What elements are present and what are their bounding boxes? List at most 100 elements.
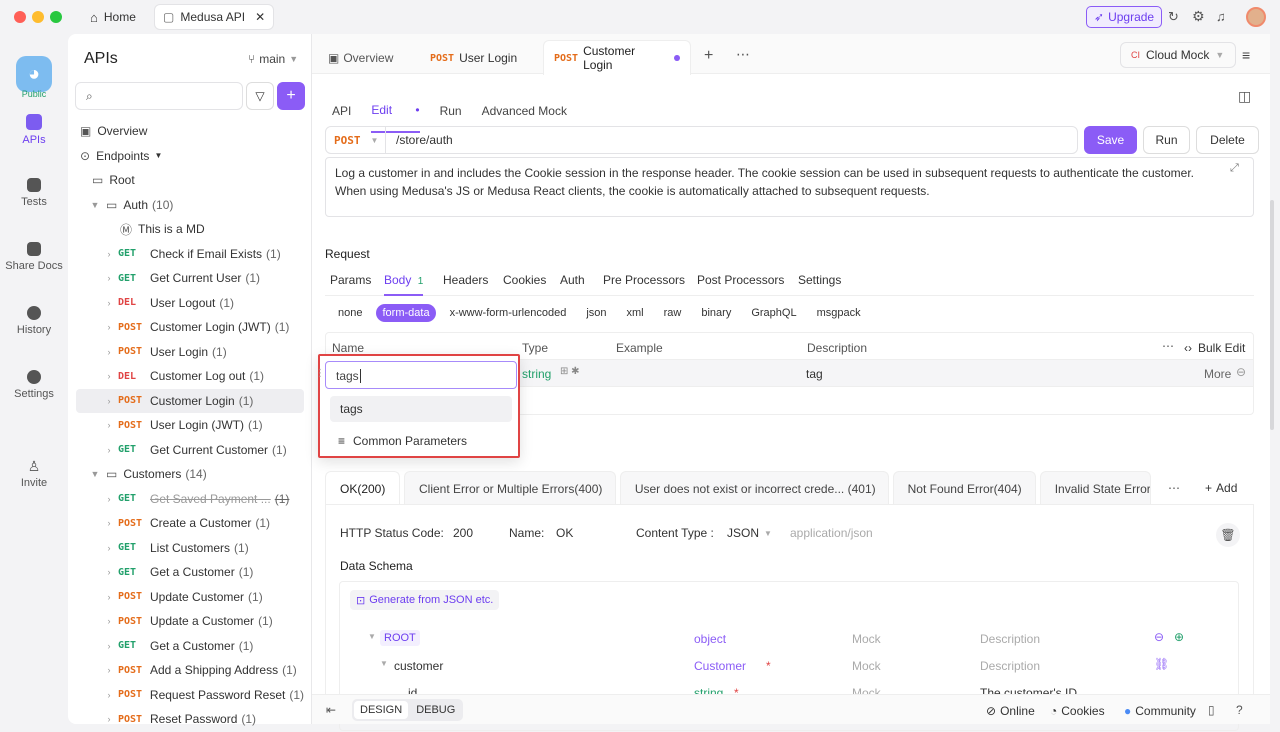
trash-icon[interactable]: 🗑 — [1216, 523, 1240, 547]
customers-endpoint[interactable]: › POST Update Customer (1) — [76, 585, 304, 610]
menu-icon[interactable]: ≡ — [1242, 47, 1250, 63]
add-field-icon[interactable]: ⊕ — [1174, 630, 1184, 644]
tab-api[interactable]: API — [332, 104, 351, 118]
content-type-selector[interactable]: JSON ▼ — [727, 526, 772, 540]
body-type-xml[interactable]: xml — [621, 304, 650, 322]
customers-endpoint[interactable]: › POST Request Password Reset (1) — [76, 683, 304, 708]
nav-share-docs[interactable]: Share Docs — [0, 242, 68, 272]
search-input[interactable]: ⌕ — [75, 82, 243, 110]
tab-advanced-mock[interactable]: Advanced Mock — [482, 104, 567, 118]
tab-overview[interactable]: ▣ Overview — [328, 51, 393, 65]
gear-icon[interactable]: ⚙ — [1192, 8, 1205, 25]
tree-root[interactable]: ▭ Root — [76, 168, 304, 193]
more-tabs-icon[interactable]: ⋯ — [736, 46, 750, 63]
schema-row-root[interactable]: ▼ ROOT object Mock Description ⊖ ⊕ — [340, 629, 1238, 651]
tab-run[interactable]: Run — [440, 104, 462, 118]
body-type-raw[interactable]: raw — [658, 304, 688, 322]
response-name-value[interactable]: OK — [556, 526, 573, 540]
upgrade-button[interactable]: ➶ Upgrade — [1086, 6, 1163, 28]
tree-folder-auth[interactable]: ▼ ▭ Auth (10) — [76, 193, 304, 218]
common-parameters-item[interactable]: ≡ Common Parameters — [338, 434, 467, 448]
auth-endpoint[interactable]: › GET Get Current User (1) — [76, 266, 304, 291]
branch-selector[interactable]: ⑂ main ▼ — [248, 52, 298, 66]
remove-icon[interactable]: ⊖ — [1236, 365, 1246, 379]
param-description[interactable]: tag — [806, 367, 823, 381]
tab-cookies[interactable]: Cookies — [503, 273, 546, 287]
bell-icon[interactable]: ♫ — [1216, 9, 1226, 24]
customers-endpoint[interactable]: › GET Get Saved Payment ... (1) — [76, 487, 304, 512]
response-tab-200[interactable]: OK(200) — [325, 471, 400, 505]
body-type-graphql[interactable]: GraphQL — [745, 304, 802, 322]
method-selector[interactable]: POST ▼ — [326, 127, 386, 153]
nav-settings[interactable]: Settings — [0, 370, 68, 400]
home-tab[interactable]: ⌂ Home — [82, 4, 144, 30]
add-response-button[interactable]: + Add — [1205, 481, 1237, 495]
tree-overview[interactable]: ▣ Overview — [76, 119, 304, 144]
param-type[interactable]: string — [522, 367, 551, 381]
param-flags-icon[interactable]: ⊞ ✱ — [560, 366, 580, 377]
tab-post-processors[interactable]: Post Processors — [697, 273, 784, 287]
cookies-button[interactable]: ◔ Cookies — [1050, 704, 1105, 718]
body-type-form-data[interactable]: form-data — [376, 304, 436, 322]
body-type-json[interactable]: json — [580, 304, 612, 322]
auth-endpoint[interactable]: › POST Customer Login (JWT) (1) — [76, 315, 304, 340]
minimize-window-button[interactable] — [32, 11, 44, 23]
drag-handle-icon[interactable]: ⋮ — [315, 368, 325, 379]
tab-pre-processors[interactable]: Pre Processors — [603, 273, 685, 287]
collapse-icon[interactable]: ⊖ — [1154, 630, 1164, 644]
run-button[interactable]: Run — [1143, 126, 1190, 154]
tab-settings[interactable]: Settings — [798, 273, 841, 287]
response-tab-401[interactable]: User does not exist or incorrect crede..… — [619, 471, 889, 505]
url-input[interactable]: /store/auth — [386, 133, 453, 147]
customers-endpoint[interactable]: › POST Update a Customer (1) — [76, 609, 304, 634]
help-icon[interactable]: ? — [1236, 703, 1243, 717]
auth-endpoint[interactable]: › POST User Login (JWT) (1) — [76, 413, 304, 438]
avatar[interactable] — [1246, 7, 1266, 27]
nav-apis[interactable]: APIs — [0, 114, 68, 146]
param-name-input[interactable]: tags — [325, 361, 517, 389]
nav-invite[interactable]: ♙ Invite — [0, 458, 68, 489]
online-status[interactable]: ⊘ Online — [986, 704, 1035, 718]
tab-customer-login[interactable]: POST Customer Login — [543, 40, 691, 75]
tree-folder-customers[interactable]: ▼ ▭ Customers (14) — [76, 462, 304, 487]
community-button[interactable]: ● Community — [1124, 704, 1196, 718]
expand-icon[interactable]: ⤢ — [1230, 162, 1239, 175]
status-code-value[interactable]: 200 — [453, 526, 473, 540]
design-mode-button[interactable]: DESIGN — [354, 701, 409, 719]
refresh-icon[interactable]: ↻ — [1168, 9, 1179, 25]
close-tab-icon[interactable]: ✕ — [255, 10, 265, 24]
auth-endpoint[interactable]: › GET Check if Email Exists (1) — [76, 242, 304, 267]
filter-button[interactable]: ▽ — [246, 82, 274, 110]
tree-endpoints[interactable]: ⊙ Endpoints ▼ — [76, 144, 304, 169]
customers-endpoint[interactable]: › GET Get a Customer (1) — [76, 634, 304, 659]
customers-endpoint[interactable]: › GET List Customers (1) — [76, 536, 304, 561]
layout-toggle-icon[interactable]: ◫ — [1238, 88, 1251, 105]
customers-endpoint[interactable]: › POST Add a Shipping Address (1) — [76, 658, 304, 683]
nav-tests[interactable]: Tests — [0, 178, 68, 208]
more-icon[interactable]: ⋯ — [1162, 339, 1174, 353]
response-tab-404[interactable]: Not Found Error(404) — [892, 471, 1036, 505]
description-textarea[interactable]: Log a customer in and includes the Cooki… — [325, 157, 1254, 217]
maximize-window-button[interactable] — [50, 11, 62, 23]
customers-endpoint[interactable]: › POST Create a Customer (1) — [76, 511, 304, 536]
debug-mode-button[interactable]: DEBUG — [410, 701, 461, 719]
bulk-edit-button[interactable]: ‹› Bulk Edit — [1184, 341, 1245, 355]
response-tab-409[interactable]: Invalid State Error(40 — [1039, 471, 1152, 505]
auth-endpoint[interactable]: › POST Customer Login (1) — [76, 388, 304, 413]
auth-endpoint[interactable]: › DEL Customer Log out (1) — [76, 364, 304, 389]
environment-selector[interactable]: CI Cloud Mock ▼ — [1120, 42, 1236, 68]
project-avatar[interactable]: ◕ — [16, 56, 52, 92]
body-type-urlencoded[interactable]: x-www-form-urlencoded — [444, 304, 573, 322]
trash-icon[interactable]: ▯ — [1208, 703, 1215, 717]
auth-endpoint[interactable]: › DEL User Logout (1) — [76, 291, 304, 316]
generate-button[interactable]: ⊡ Generate from JSON etc. — [350, 590, 500, 610]
param-more[interactable]: More — [1204, 367, 1231, 381]
response-tab-400[interactable]: Client Error or Multiple Errors(400) — [403, 471, 616, 505]
scrollbar[interactable] — [1270, 200, 1274, 430]
nav-history[interactable]: History — [0, 306, 68, 336]
body-type-msgpack[interactable]: msgpack — [811, 304, 867, 322]
customers-endpoint[interactable]: › POST Reset Password (1) — [76, 707, 304, 732]
delete-button[interactable]: Delete — [1196, 126, 1259, 154]
body-type-none[interactable]: none — [332, 304, 368, 322]
project-tab[interactable]: ▢ Medusa API ✕ — [154, 4, 275, 30]
